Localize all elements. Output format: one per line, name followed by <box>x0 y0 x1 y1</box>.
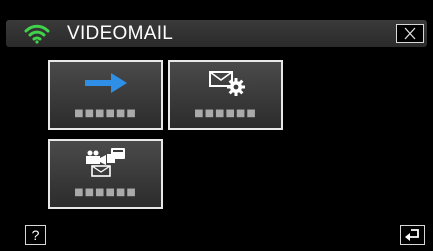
tile-label: ■■■■■■ <box>74 187 137 198</box>
back-return-icon <box>405 229 419 241</box>
tile-label: ■■■■■■ <box>74 108 137 119</box>
camera-mail-printer-icon <box>85 148 125 177</box>
camera-mail-tile[interactable]: ■■■■■■ <box>48 139 163 209</box>
title-bar: VIDEOMAIL <box>6 20 427 47</box>
back-button[interactable] <box>400 225 425 245</box>
send-tile[interactable]: ■■■■■■ <box>48 60 163 130</box>
help-button[interactable]: ? <box>25 225 46 245</box>
close-icon <box>404 27 416 40</box>
videomail-screen: VIDEOMAIL ■■■■■■ ■■■■■■ ■■■■■■ ? <box>0 0 433 251</box>
arrow-right-icon <box>84 73 127 93</box>
mail-settings-tile[interactable]: ■■■■■■ <box>168 60 283 130</box>
mail-settings-icon <box>208 71 245 96</box>
wifi-icon <box>24 24 50 44</box>
close-button[interactable] <box>396 24 424 43</box>
page-title: VIDEOMAIL <box>67 23 174 44</box>
tile-label: ■■■■■■ <box>194 108 257 119</box>
